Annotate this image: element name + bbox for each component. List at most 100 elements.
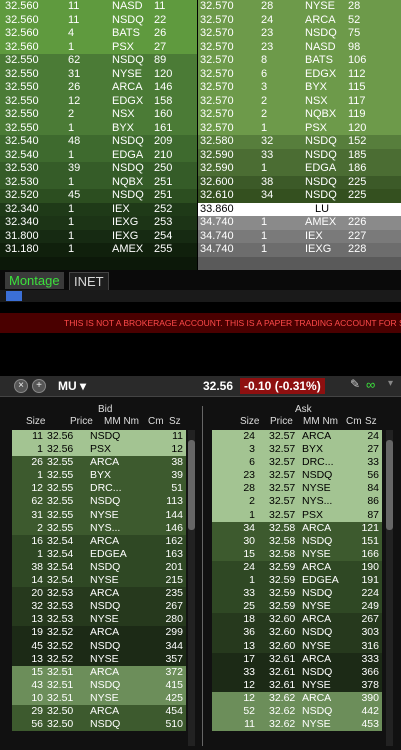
- ask-ladder-row[interactable]: 32.570 23 NSDQ 75: [198, 27, 401, 41]
- ask-ladder-row[interactable]: 32.570 24 ARCA 52: [198, 13, 401, 27]
- ask-book-row[interactable]: 17 32.61 ARCA 333: [212, 652, 382, 666]
- ask-ladder-row[interactable]: 32.570 6 EDGX 112: [198, 67, 401, 81]
- ask-book-row[interactable]: 2 32.57 NYS... 86: [212, 495, 382, 509]
- bid-ladder-row[interactable]: 32.530 39 NSDQ 250: [0, 162, 197, 176]
- bid-ladder-row[interactable]: 32.550 12 EDGX 158: [0, 94, 197, 108]
- bid-book-row[interactable]: 56 32.50 NSDQ 510: [12, 718, 186, 732]
- ask-ladder-row[interactable]: 32.570 23 NASD 98: [198, 40, 401, 54]
- add-icon[interactable]: +: [32, 379, 46, 393]
- bid-book-row[interactable]: 19 32.52 ARCA 299: [12, 626, 186, 640]
- ask-book-row[interactable]: 52 32.62 NSDQ 442: [212, 704, 382, 719]
- ask-ladder-row[interactable]: 32.580 32 NSDQ 152: [198, 135, 401, 149]
- bid-book-row[interactable]: 13 32.52 NYSE 357: [12, 652, 186, 666]
- bid-book-row[interactable]: 43 32.51 NSDQ 415: [12, 678, 186, 692]
- bid-book-row[interactable]: 20 32.53 ARCA 235: [12, 587, 186, 601]
- ask-book-price: 32.57: [269, 430, 296, 442]
- bid-ladder-row[interactable]: 32.550 1 BYX 161: [0, 121, 197, 135]
- ask-ladder-row[interactable]: 32.570 1 PSX 120: [198, 121, 401, 135]
- bid-book-row[interactable]: 15 32.51 ARCA 372: [12, 665, 186, 679]
- bid-ladder-row[interactable]: 31.180 1 AMEX 255: [0, 243, 197, 257]
- ask-ladder-row[interactable]: 33.860 LU: [198, 202, 401, 216]
- bid-ladder-row[interactable]: 32.550 62 NSDQ 89: [0, 54, 197, 68]
- bid-book-row[interactable]: 62 32.55 NSDQ 113: [12, 495, 186, 509]
- ask-book-row[interactable]: 25 32.59 NYSE 249: [212, 600, 382, 614]
- bid-ladder-row[interactable]: 32.560 4 BATS 26: [0, 27, 197, 41]
- ask-ladder-row[interactable]: [198, 256, 401, 270]
- bid-book-row[interactable]: 45 32.52 NSDQ 344: [12, 639, 186, 653]
- bid-book-row[interactable]: 14 32.54 NYSE 215: [12, 574, 186, 588]
- ask-ladder-row[interactable]: 32.590 1 EDGA 186: [198, 162, 401, 176]
- ask-ladder-row[interactable]: 32.570 3 BYX 115: [198, 81, 401, 95]
- bid-ladder-row[interactable]: [0, 256, 197, 270]
- ask-book-row[interactable]: 24 32.59 ARCA 190: [212, 560, 382, 575]
- bid-ladder-row[interactable]: 32.560 1 PSX 27: [0, 40, 197, 54]
- bid-ladder-row[interactable]: 32.340 1 IEX 252: [0, 202, 197, 216]
- bid-ladder-row[interactable]: 32.540 48 NSDQ 209: [0, 135, 197, 149]
- ask-book-row[interactable]: 36 32.60 NSDQ 303: [212, 626, 382, 640]
- bid-ladder-row[interactable]: 32.340 1 IEXG 253: [0, 216, 197, 230]
- ask-book-row[interactable]: 28 32.57 NYSE 84: [212, 482, 382, 496]
- close-icon[interactable]: ×: [14, 379, 28, 393]
- ask-book-row[interactable]: 11 32.62 NYSE 453: [212, 718, 382, 732]
- wrench-icon[interactable]: ✎: [350, 377, 360, 391]
- ask-ladder-row[interactable]: 32.600 38 NSDQ 225: [198, 175, 401, 189]
- ask-ladder-row[interactable]: 32.590 33 NSDQ 185: [198, 148, 401, 162]
- ask-book-row[interactable]: 1 32.57 PSX 87: [212, 508, 382, 522]
- ask-ladder-row[interactable]: 34.740 1 AMEX 226: [198, 216, 401, 230]
- symbol-selector[interactable]: MU ▾: [58, 378, 86, 394]
- bid-book-row[interactable]: 1 32.55 BYX 39: [12, 469, 186, 483]
- ask-book-row[interactable]: 34 32.58 ARCA 121: [212, 521, 382, 535]
- ask-book-row[interactable]: 24 32.57 ARCA 24: [212, 430, 382, 444]
- bid-ladder-row[interactable]: 32.550 2 NSX 160: [0, 108, 197, 122]
- ask-book-row[interactable]: 23 32.57 NSDQ 56: [212, 469, 382, 483]
- bid-ladder-row[interactable]: 32.550 26 ARCA 146: [0, 81, 197, 95]
- bid-book-row[interactable]: 10 32.51 NYSE 425: [12, 691, 186, 705]
- bid-book-row[interactable]: 11 32.56 NSDQ 11: [12, 430, 186, 444]
- ask-book-row[interactable]: 15 32.58 NYSE 166: [212, 547, 382, 561]
- ask-book-row[interactable]: 12 32.61 NYSE 378: [212, 678, 382, 692]
- ask-book-size: 52: [243, 704, 255, 717]
- ask-ladder-row[interactable]: 32.570 2 NSX 117: [198, 94, 401, 108]
- tab-inet[interactable]: INET: [69, 272, 109, 291]
- bid-ladder-row[interactable]: 32.530 1 NQBX 251: [0, 175, 197, 189]
- bid-book-row[interactable]: 1 32.54 EDGEA 163: [12, 547, 186, 561]
- link-icon[interactable]: ∞: [366, 377, 375, 392]
- bid-book-row[interactable]: 12 32.55 DRC... 51: [12, 482, 186, 496]
- ask-book-row[interactable]: 33 32.59 NSDQ 224: [212, 587, 382, 601]
- bid-book-row[interactable]: 29 32.50 ARCA 454: [12, 704, 186, 719]
- ask-scroll-thumb[interactable]: [386, 440, 393, 530]
- ask-ladder-row[interactable]: 32.610 34 NSDQ 225: [198, 189, 401, 203]
- bid-book-row[interactable]: 38 32.54 NSDQ 201: [12, 560, 186, 575]
- bid-book-row[interactable]: 1 32.56 PSX 12: [12, 443, 186, 457]
- bid-ladder-row[interactable]: 32.560 11 NSDQ 22: [0, 13, 197, 27]
- bid-ladder-row[interactable]: 32.560 11 NASD 11: [0, 0, 197, 14]
- bid-scroll-thumb[interactable]: [188, 440, 195, 530]
- ask-book-row[interactable]: 1 32.59 EDGEA 191: [212, 574, 382, 588]
- bid-book-row[interactable]: 32 32.53 NSDQ 267: [12, 600, 186, 614]
- bid-book-row[interactable]: 13 32.53 NYSE 280: [12, 613, 186, 627]
- ask-book-row[interactable]: 18 32.60 ARCA 267: [212, 613, 382, 627]
- bid-ladder-row[interactable]: 32.550 31 NYSE 120: [0, 67, 197, 81]
- chevron-down-icon[interactable]: ▾: [388, 378, 393, 389]
- bid-ladder-row[interactable]: 32.520 45 NSDQ 251: [0, 189, 197, 203]
- ask-ladder-row[interactable]: 34.740 1 IEX 227: [198, 229, 401, 243]
- ask-ladder-row[interactable]: 32.570 8 BATS 106: [198, 54, 401, 68]
- ask-book-row[interactable]: 6 32.57 DRC... 33: [212, 456, 382, 470]
- bid-scrollbar[interactable]: [188, 430, 195, 746]
- bid-book-row[interactable]: 2 32.55 NYS... 146: [12, 521, 186, 535]
- bid-book-row[interactable]: 26 32.55 ARCA 38: [12, 456, 186, 470]
- ask-book-row[interactable]: 30 32.58 NSDQ 151: [212, 534, 382, 548]
- bid-ladder-row[interactable]: 31.800 1 IEXG 254: [0, 229, 197, 243]
- ask-book-row[interactable]: 3 32.57 BYX 27: [212, 443, 382, 457]
- ask-ladder-row[interactable]: 34.740 1 IEXG 228: [198, 243, 401, 257]
- bid-book-row[interactable]: 16 32.54 ARCA 162: [12, 534, 186, 548]
- ask-ladder-row[interactable]: 32.570 2 NQBX 119: [198, 108, 401, 122]
- ask-book-row[interactable]: 12 32.62 ARCA 390: [212, 691, 382, 705]
- tab-montage[interactable]: Montage: [5, 272, 64, 289]
- ask-scrollbar[interactable]: [386, 430, 393, 746]
- ask-book-row[interactable]: 33 32.61 NSDQ 366: [212, 665, 382, 679]
- ask-ladder-row[interactable]: 32.570 28 NYSE 28: [198, 0, 401, 14]
- bid-book-row[interactable]: 31 32.55 NYSE 144: [12, 508, 186, 522]
- ask-book-row[interactable]: 13 32.60 NYSE 316: [212, 639, 382, 653]
- bid-ladder-row[interactable]: 32.540 1 EDGA 210: [0, 148, 197, 162]
